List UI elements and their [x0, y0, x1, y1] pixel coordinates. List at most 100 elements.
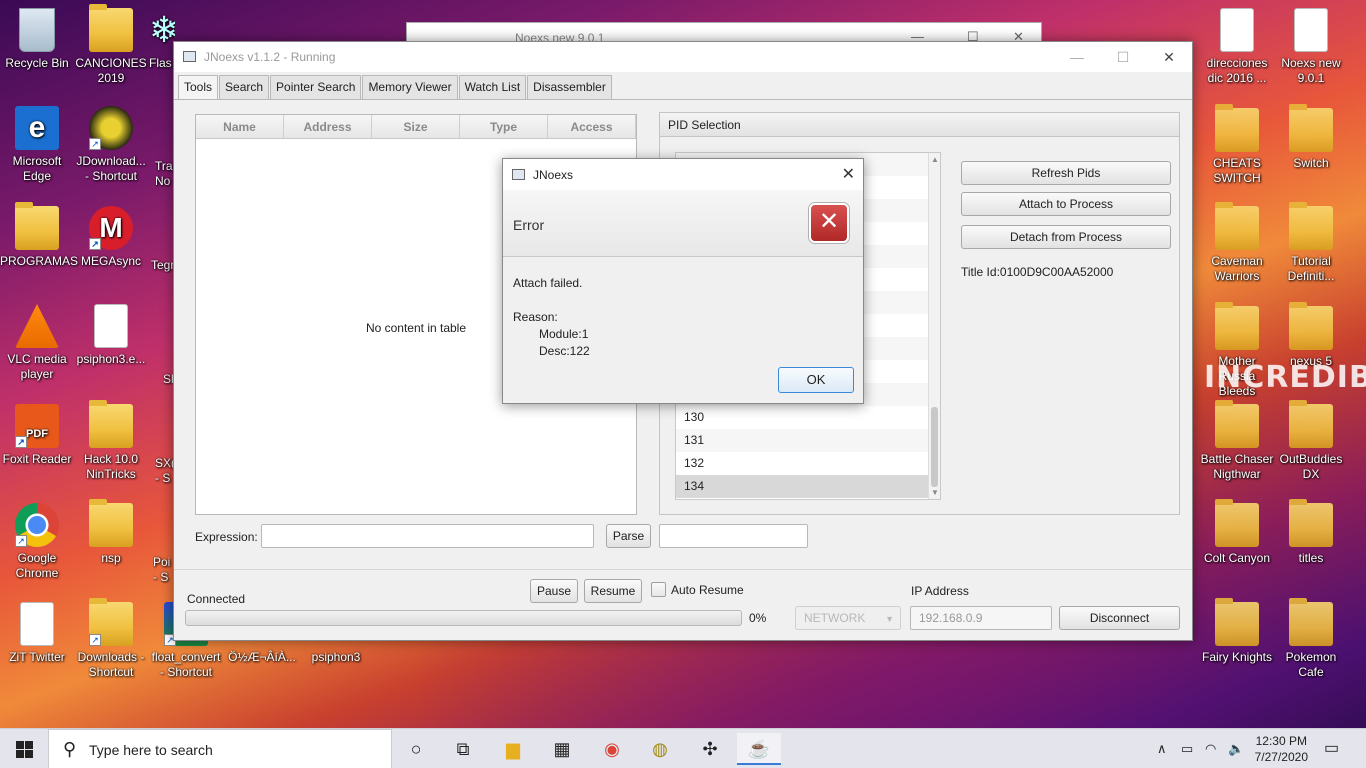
tab-memory-viewer[interactable]: Memory Viewer — [362, 75, 458, 99]
column-header-name[interactable]: Name — [196, 115, 284, 138]
desktop-icon-tutorial[interactable]: Tutorial Definiti... — [1274, 202, 1348, 284]
app-icon — [183, 51, 196, 62]
vlc-icon — [15, 304, 59, 348]
search-placeholder: Type here to search — [89, 742, 213, 758]
tab-disassembler[interactable]: Disassembler — [527, 75, 612, 99]
list-item[interactable]: 130 — [676, 406, 940, 429]
desktop-icon-outbuddies[interactable]: OutBuddies DX — [1274, 400, 1348, 482]
minimize-button[interactable]: — — [1054, 42, 1100, 72]
cortana-icon[interactable]: ○ — [394, 733, 438, 765]
desktop-icon-cheats-switch[interactable]: CHEATS SWITCH — [1200, 104, 1274, 186]
pid-panel-title: PID Selection — [660, 113, 1179, 137]
taskbar-search-box[interactable]: ⚲ Type here to search — [48, 729, 392, 768]
desktop-icon-recycle-bin[interactable]: Recycle Bin — [0, 8, 74, 71]
desktop-icon-caveman[interactable]: Caveman Warriors — [1200, 202, 1274, 284]
desktop-icon-zit-twitter[interactable]: ZiT Twitter — [0, 602, 74, 665]
desktop-icon-chrome[interactable]: ↗ Google Chrome — [0, 503, 74, 581]
desktop-icon-titles[interactable]: titles — [1274, 499, 1348, 566]
desktop-icon-partial-tegr[interactable]: Tegr — [151, 258, 175, 273]
scroll-up-icon[interactable]: ▲ — [931, 155, 939, 164]
window-titlebar[interactable]: JNoexs v1.1.2 - Running — ☐ ✕ — [174, 42, 1192, 72]
desktop-icon-partial-flash[interactable]: ❄ Flas — [149, 8, 175, 71]
desktop-icon-edge[interactable]: e Microsoft Edge — [0, 106, 74, 184]
close-button[interactable]: ✕ — [1146, 42, 1192, 72]
jdownloader-taskbar-icon[interactable]: ◍ — [638, 733, 682, 765]
maximize-button[interactable]: ☐ — [1100, 42, 1146, 72]
desktop-icon-megasync[interactable]: M ↗ MEGAsync — [74, 206, 148, 269]
desktop-icon-nsp[interactable]: nsp — [74, 499, 148, 566]
tab-pointer-search[interactable]: Pointer Search — [270, 75, 362, 99]
tab-search[interactable]: Search — [219, 75, 270, 99]
desktop-icon-direcciones[interactable]: direcciones dic 2016 ... — [1200, 8, 1274, 86]
desktop-icon-downloads[interactable]: ↗ Downloads - Shortcut — [74, 598, 148, 680]
document-icon — [1220, 8, 1254, 52]
chevron-down-icon: ▼ — [885, 614, 894, 624]
desktop-icon-partial-poi[interactable]: Poi - S — [153, 555, 175, 585]
desktop-icon-partial-tra[interactable]: Tra No — [155, 159, 175, 189]
desktop-icon-jdownloader[interactable]: ↗ JDownload... - Shortcut — [74, 106, 148, 184]
parse-button[interactable]: Parse — [606, 524, 651, 548]
start-button[interactable] — [0, 729, 48, 768]
expression-input[interactable] — [261, 524, 594, 548]
column-header-access[interactable]: Access — [548, 115, 636, 138]
chrome-taskbar-icon[interactable]: ◉ — [590, 733, 634, 765]
disconnect-button[interactable]: Disconnect — [1059, 606, 1180, 630]
desktop-icon-hack[interactable]: Hack 10.0 NinTricks — [74, 400, 148, 482]
folder-icon — [1289, 202, 1333, 250]
file-explorer-icon[interactable]: ▆ — [491, 733, 535, 765]
file-icon — [94, 304, 128, 348]
desktop-icon-fairy-knights[interactable]: Fairy Knights — [1200, 598, 1274, 665]
scrollbar-thumb[interactable] — [931, 407, 938, 487]
column-header-address[interactable]: Address — [284, 115, 372, 138]
dialog-close-icon[interactable]: ✕ — [842, 164, 855, 184]
volume-icon[interactable]: 🔈 — [1228, 741, 1244, 757]
desktop-icon-partial-sx[interactable]: SX( - S — [155, 456, 175, 486]
battery-icon[interactable]: ▭ — [1181, 741, 1193, 757]
notifications-icon[interactable]: ▭ — [1324, 738, 1339, 758]
connection-type-select[interactable]: NETWORK ▼ — [795, 606, 901, 630]
tab-tools[interactable]: Tools — [178, 75, 219, 100]
desktop-icon-colt-canyon[interactable]: Colt Canyon — [1200, 499, 1274, 566]
task-view-icon[interactable]: ⧉ — [441, 733, 485, 765]
scroll-down-icon[interactable]: ▼ — [931, 488, 939, 497]
folder-icon: ↗ — [89, 598, 133, 646]
folder-icon — [1215, 302, 1259, 350]
calculator-icon[interactable]: ▦ — [540, 733, 584, 765]
desktop-icon-vlc[interactable]: VLC media player — [0, 304, 74, 382]
auto-resume-checkbox[interactable] — [651, 582, 666, 597]
desktop-icon-programas[interactable]: PROGRAMAS — [0, 202, 78, 269]
desktop-icon-pokemon-cafe[interactable]: Pokemon Cafe — [1274, 598, 1348, 680]
desktop-icon-psiphon3-exe[interactable]: psiphon3.e... — [74, 304, 148, 367]
tab-watch-list[interactable]: Watch List — [458, 75, 527, 99]
desktop-icon-foxit[interactable]: PDF ↗ Foxit Reader — [0, 404, 74, 467]
ok-button[interactable]: OK — [778, 367, 854, 393]
detach-from-process-button[interactable]: Detach from Process — [961, 225, 1171, 249]
wifi-icon[interactable]: ◠ — [1205, 741, 1216, 757]
app-taskbar-icon[interactable]: ✣ — [688, 733, 732, 765]
ip-address-input[interactable]: 192.168.0.9 — [910, 606, 1052, 630]
list-item[interactable]: 131 — [676, 429, 940, 452]
desktop-icon-canciones[interactable]: CANCIONES 2019 — [74, 4, 148, 86]
column-header-size[interactable]: Size — [372, 115, 460, 138]
recycle-bin-icon — [19, 8, 55, 52]
message-line: Attach failed. — [513, 276, 583, 290]
windows-logo-icon — [16, 741, 24, 749]
system-clock[interactable]: 12:30 PM 7/27/2020 — [1255, 733, 1308, 765]
pause-button[interactable]: Pause — [530, 579, 578, 603]
message-line: Desc:122 — [539, 344, 590, 358]
java-taskbar-icon[interactable]: ☕ — [737, 733, 781, 765]
desktop-icon-noexs[interactable]: Noexs new 9.0.1 — [1274, 8, 1348, 86]
pid-list-scrollbar[interactable]: ▲ ▼ — [928, 153, 940, 499]
column-header-type[interactable]: Type — [460, 115, 548, 138]
list-item-selected[interactable]: 134 — [676, 475, 940, 498]
chevron-up-icon[interactable]: ∧ — [1157, 741, 1167, 757]
resume-button[interactable]: Resume — [584, 579, 642, 603]
attach-to-process-button[interactable]: Attach to Process — [961, 192, 1171, 216]
refresh-pids-button[interactable]: Refresh Pids — [961, 161, 1171, 185]
tab-bar: Tools Search Pointer Search Memory Viewe… — [178, 75, 613, 100]
desktop-icon-switch[interactable]: Switch — [1274, 104, 1348, 171]
dialog-titlebar[interactable]: JNoexs ✕ — [503, 159, 863, 190]
list-item[interactable]: 132 — [676, 452, 940, 475]
progress-bar — [185, 610, 742, 626]
desktop-icon-battle-chaser[interactable]: Battle Chaser Nigthwar — [1200, 400, 1274, 482]
